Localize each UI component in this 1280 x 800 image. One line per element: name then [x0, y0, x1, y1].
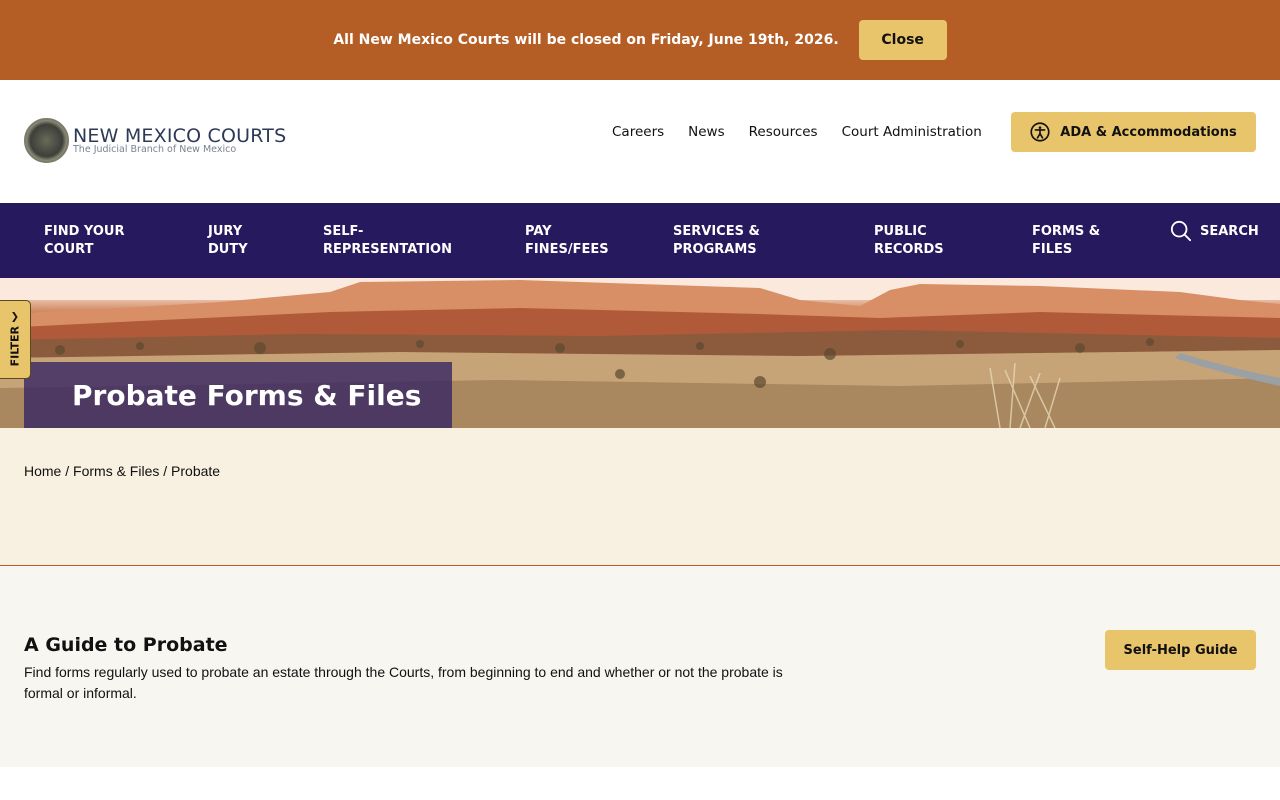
nav-item-services-programs[interactable]: SERVICES & PROGRAMS — [673, 223, 760, 259]
nav-item-line: FORMS & — [1032, 224, 1101, 239]
nav-item-jury-duty[interactable]: JURY DUTY — [208, 223, 248, 259]
util-link-court-administration[interactable]: Court Administration — [842, 124, 982, 140]
guide-description: Find forms regularly used to probate an … — [24, 664, 783, 701]
util-link-careers[interactable]: Careers — [612, 124, 664, 140]
nav-item-line: FIND YOUR — [44, 224, 125, 239]
nav-item-line: JURY — [208, 224, 243, 239]
nav-item-self-representation[interactable]: SELF- REPRESENTATION — [323, 223, 452, 259]
chevron-right-icon: ❯ — [10, 311, 20, 323]
logo-subtitle: The Judicial Branch of New Mexico — [73, 144, 237, 155]
alert-close-button[interactable]: Close — [858, 20, 947, 60]
ada-label: ADA & Accommodations — [1060, 124, 1237, 140]
breadcrumb-separator: / — [163, 463, 172, 479]
nav-item-line: SELF- — [323, 224, 364, 239]
breadcrumb-home[interactable]: Home — [24, 463, 61, 479]
nav-item-public-records[interactable]: PUBLIC RECORDS — [874, 223, 944, 259]
breadcrumb-section: Home / Forms & Files / Probate — [0, 428, 1280, 566]
guide-section: A Guide to Probate Find forms regularly … — [0, 566, 1280, 767]
page-title-box: Probate Forms & Files — [24, 362, 452, 428]
ada-accommodations-button[interactable]: ADA & Accommodations — [1011, 112, 1256, 152]
logo-text: NEW MEXICO COURTS The Judicial Branch of… — [73, 126, 286, 155]
page-bottom — [0, 767, 1280, 800]
nav-item-line: SERVICES & — [673, 224, 760, 239]
utility-nav: Careers News Resources Court Administrat… — [612, 124, 1006, 140]
breadcrumb: Home / Forms & Files / Probate — [24, 463, 220, 479]
nav-item-line: PROGRAMS — [673, 242, 757, 257]
search-label: SEARCH — [1200, 223, 1259, 239]
self-help-guide-button[interactable]: Self-Help Guide — [1105, 630, 1256, 670]
court-seal-icon — [24, 118, 69, 163]
nav-item-line: PAY — [525, 224, 552, 239]
alert-message: All New Mexico Courts will be closed on … — [333, 32, 839, 48]
guide-title: A Guide to Probate — [24, 634, 228, 656]
filter-tab-content: FILTER ❯ — [8, 311, 22, 367]
nav-item-line: FILES — [1032, 242, 1073, 257]
site-logo[interactable]: NEW MEXICO COURTS The Judicial Branch of… — [24, 118, 286, 163]
util-link-news[interactable]: News — [688, 124, 724, 140]
filter-toggle-tab[interactable]: FILTER ❯ — [0, 300, 31, 379]
util-link-resources[interactable]: Resources — [749, 124, 818, 140]
site-header: NEW MEXICO COURTS The Judicial Branch of… — [0, 80, 1280, 203]
nav-item-line: COURT — [44, 242, 94, 257]
search-icon — [1170, 220, 1192, 242]
nav-item-line: RECORDS — [874, 242, 944, 257]
main-nav: FIND YOUR COURT JURY DUTY SELF- REPRESEN… — [0, 203, 1280, 278]
accessibility-icon — [1030, 122, 1050, 142]
logo-title: NEW MEXICO COURTS — [73, 125, 287, 147]
breadcrumb-current: Probate — [171, 463, 221, 479]
nav-item-line: REPRESENTATION — [323, 242, 452, 257]
nav-item-find-your-court[interactable]: FIND YOUR COURT — [44, 223, 124, 259]
filter-label: FILTER — [8, 326, 22, 367]
page-title: Probate Forms & Files — [72, 378, 422, 412]
alert-banner: All New Mexico Courts will be closed on … — [0, 0, 1280, 80]
nav-item-forms-files[interactable]: FORMS & FILES — [1032, 223, 1100, 259]
nav-item-pay-fines-fees[interactable]: PAY FINES/FEES — [525, 223, 609, 259]
breadcrumb-forms-files[interactable]: Forms & Files — [73, 463, 159, 479]
breadcrumb-separator: / — [65, 463, 74, 479]
nav-item-line: DUTY — [208, 242, 248, 257]
nav-search-button[interactable]: SEARCH — [1170, 220, 1259, 242]
nav-item-line: PUBLIC — [874, 224, 927, 239]
nav-item-line: FINES/FEES — [525, 242, 609, 257]
